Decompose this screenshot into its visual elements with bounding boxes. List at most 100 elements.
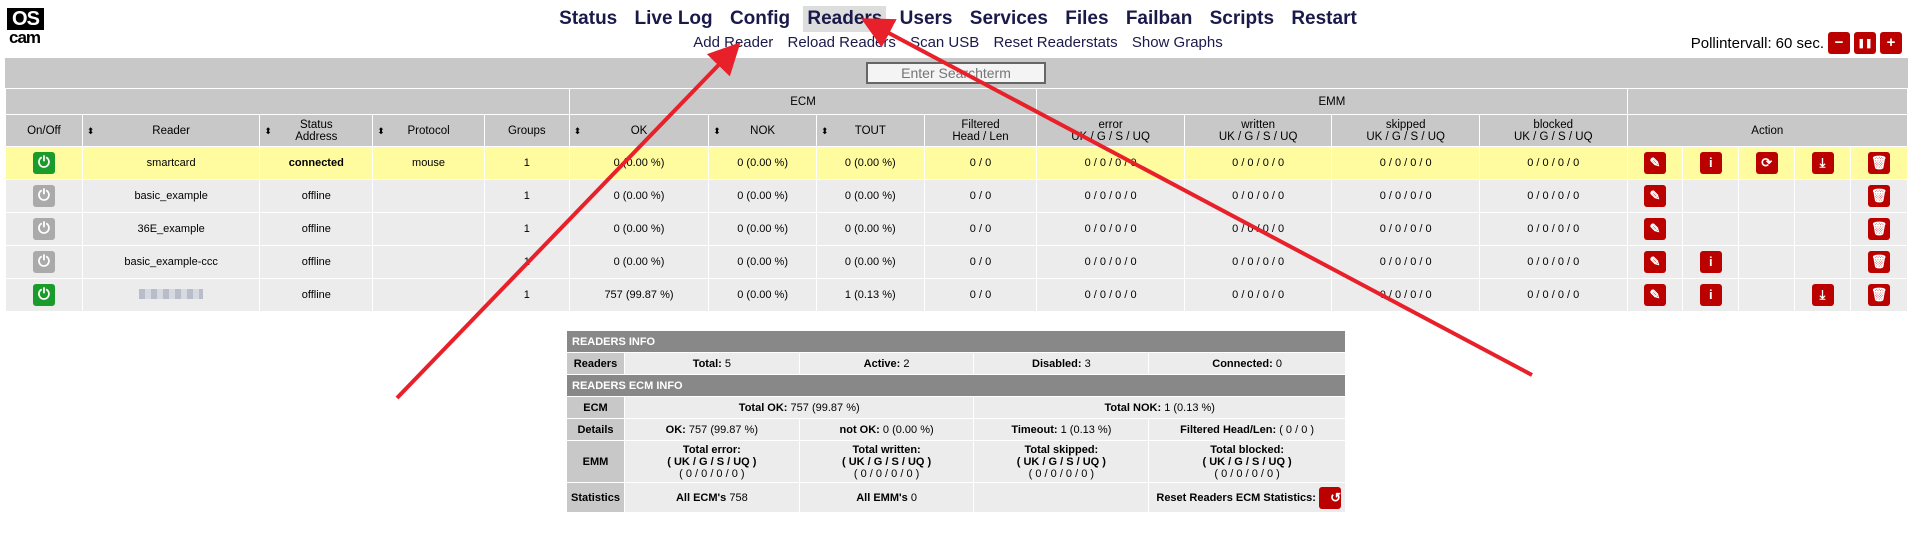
info-icon[interactable]: i [1699, 251, 1722, 273]
reader-written: 0 / 0 / 0 / 0 [1183, 179, 1333, 213]
reader-status: connected [259, 146, 374, 180]
download-icon[interactable]: ⤓ [1811, 284, 1834, 306]
info-icon[interactable]: i [1699, 152, 1722, 174]
sort-icon[interactable]: ⬍ [713, 125, 721, 137]
reader-error: 0 / 0 / 0 / 0 [1036, 278, 1185, 312]
table-row: ⏻ 36E_example offline 1 0 (0.00 %) 0 (0.… [5, 212, 1909, 246]
delete-icon[interactable]: 🗑 [1867, 218, 1890, 240]
sort-icon[interactable]: ⬍ [821, 125, 829, 137]
reader-name-blurred[interactable] [81, 278, 261, 312]
edit-icon[interactable]: ✎ [1643, 218, 1666, 240]
reader-nok: 0 (0.00 %) [708, 278, 817, 312]
edit-icon[interactable]: ✎ [1643, 185, 1666, 207]
col-status[interactable]: ⬍ Status Address [259, 114, 374, 147]
reader-filtered: 0 / 0 [923, 278, 1038, 312]
reader-name[interactable]: smartcard [81, 146, 261, 180]
power-off-icon[interactable]: ⏻ [32, 251, 55, 273]
power-off-icon[interactable]: ⏻ [32, 185, 55, 207]
download-icon[interactable]: ⤓ [1811, 152, 1834, 174]
reader-written: 0 / 0 / 0 / 0 [1183, 212, 1333, 246]
delete-icon[interactable]: 🗑 [1867, 152, 1890, 174]
all-emm-value: 0 [910, 491, 917, 504]
reader-skipped: 0 / 0 / 0 / 0 [1331, 146, 1480, 180]
reader-protocol [372, 278, 485, 312]
search-input[interactable] [866, 62, 1046, 84]
restart-icon[interactable]: ⟳ [1755, 152, 1778, 174]
col-ok[interactable]: ⬍ OK [568, 114, 710, 147]
col-address-label: Address [295, 130, 338, 143]
edit-icon[interactable]: ✎ [1643, 152, 1666, 174]
ok-label: OK: [665, 423, 686, 436]
poll-pause-button[interactable]: ❚❚ [1854, 32, 1876, 54]
reader-tout: 0 (0.00 %) [815, 146, 925, 180]
poll-decrease-button[interactable]: − [1828, 32, 1850, 54]
col-filtered-label: Filtered [961, 118, 1000, 131]
total-skipped-label: Total skipped: [1024, 443, 1099, 456]
reader-nok: 0 (0.00 %) [708, 146, 817, 180]
ecm-label: ECM [566, 396, 625, 419]
skipped-values: ( 0 / 0 / 0 / 0 ) [1028, 467, 1095, 480]
info-icon[interactable]: i [1699, 284, 1722, 306]
connected-value: 0 [1275, 357, 1282, 370]
col-skipped-sub: UK / G / S / UQ [1366, 130, 1445, 143]
delete-icon[interactable]: 🗑 [1867, 251, 1890, 273]
col-filtered: Filtered Head / Len [923, 114, 1038, 147]
search-bar [5, 58, 1908, 88]
menu-status[interactable]: Status [555, 6, 621, 32]
col-tout[interactable]: ⬍ TOUT [815, 114, 925, 147]
col-protocol-label: Protocol [407, 124, 450, 137]
reader-tout: 1 (0.13 %) [815, 278, 925, 312]
delete-icon[interactable]: 🗑 [1867, 284, 1890, 306]
reader-written: 0 / 0 / 0 / 0 [1183, 245, 1333, 279]
reader-name[interactable]: basic_example [81, 179, 261, 213]
edit-icon[interactable]: ✎ [1643, 251, 1666, 273]
menu-users[interactable]: Users [896, 6, 957, 32]
power-on-icon[interactable]: ⏻ [32, 284, 55, 306]
statistics-label: Statistics [566, 482, 625, 513]
menu-readers[interactable]: Readers [803, 6, 887, 32]
sort-icon[interactable]: ⬍ [377, 125, 385, 137]
header-ecm: ECM [568, 88, 1038, 115]
poll-increase-button[interactable]: + [1880, 32, 1902, 54]
sort-icon[interactable]: ⬍ [574, 125, 582, 137]
reset-readerstats-link[interactable]: Reset Readerstats [993, 34, 1117, 51]
reset-stats-icon[interactable]: ↺ [1319, 486, 1341, 509]
sort-icon[interactable]: ⬍ [87, 125, 95, 137]
sub-menu: Add Reader Reload Readers Scan USB Reset… [0, 34, 1916, 51]
power-off-icon[interactable]: ⏻ [32, 218, 55, 240]
power-on-icon[interactable]: ⏻ [32, 152, 55, 174]
menu-scripts[interactable]: Scripts [1206, 6, 1278, 32]
col-nok[interactable]: ⬍ NOK [708, 114, 817, 147]
table-row: ⏻ smartcard connected mouse 1 0 (0.00 %)… [5, 146, 1909, 180]
reader-name[interactable]: basic_example-ccc [81, 245, 261, 279]
scan-usb-link[interactable]: Scan USB [910, 34, 979, 51]
add-reader-link[interactable]: Add Reader [693, 34, 773, 51]
menu-failban[interactable]: Failban [1122, 6, 1197, 32]
col-protocol[interactable]: ⬍ Protocol [372, 114, 485, 147]
show-graphs-link[interactable]: Show Graphs [1132, 34, 1223, 51]
error-values: ( 0 / 0 / 0 / 0 ) [679, 467, 745, 480]
reload-readers-link[interactable]: Reload Readers [787, 34, 895, 51]
delete-icon[interactable]: 🗑 [1867, 185, 1890, 207]
menu-restart[interactable]: Restart [1287, 6, 1360, 32]
reader-status: offline [259, 179, 374, 213]
reader-tout: 0 (0.00 %) [815, 245, 925, 279]
menu-files[interactable]: Files [1061, 6, 1112, 32]
reader-name[interactable]: 36E_example [81, 212, 261, 246]
menu-config[interactable]: Config [726, 6, 794, 32]
notok-label: not OK: [839, 423, 880, 436]
menu-services[interactable]: Services [966, 6, 1052, 32]
col-ok-label: OK [630, 124, 648, 137]
main-menu: Status Live Log Config Readers Users Ser… [0, 6, 1916, 32]
table-row: ⏻ basic_example offline 1 0 (0.00 %) 0 (… [5, 179, 1909, 213]
reader-error: 0 / 0 / 0 / 0 [1036, 179, 1185, 213]
sort-icon[interactable]: ⬍ [264, 125, 272, 137]
menu-live-log[interactable]: Live Log [631, 6, 717, 32]
edit-icon[interactable]: ✎ [1643, 284, 1666, 306]
all-ecm-label: All ECM's [675, 491, 727, 504]
col-reader[interactable]: ⬍ Reader [81, 114, 261, 147]
total-error-label: Total error: [682, 443, 741, 456]
ugsu-label: ( UK / G / S / UQ ) [1202, 455, 1292, 468]
total-ok-value: 757 (99.87 %) [790, 401, 860, 414]
col-written: written UK / G / S / UQ [1183, 114, 1333, 147]
